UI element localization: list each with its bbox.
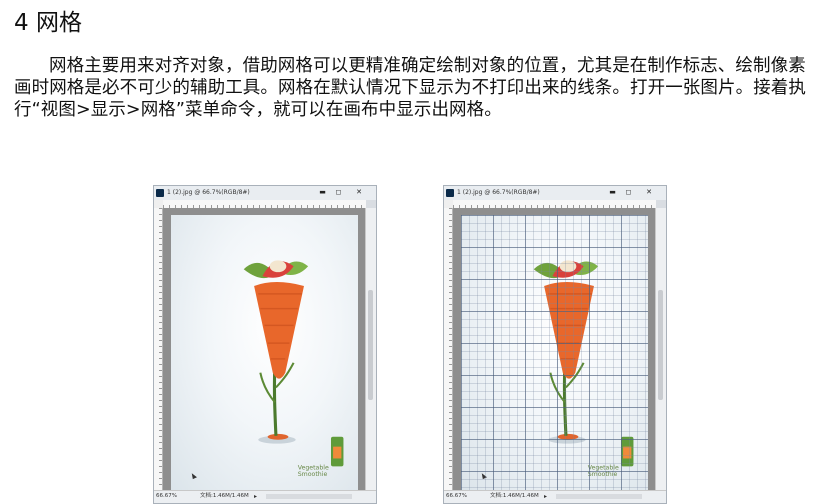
scroll-thumb[interactable] <box>368 290 373 400</box>
svg-text:Vegetable: Vegetable <box>298 464 329 471</box>
document-size: 文档:1.46M/1.46M <box>490 493 539 499</box>
carrot-photo: Vegetable Smoothie <box>461 215 648 491</box>
zoom-level[interactable]: 66.67% <box>156 491 177 502</box>
carrot-photo: Vegetable Smoothie <box>171 215 358 491</box>
svg-text:Smoothie: Smoothie <box>298 471 328 478</box>
arrow-right-icon[interactable]: ▸ <box>544 491 547 502</box>
status-bar: 66.67% 文档:1.46M/1.46M ▸ <box>154 490 376 503</box>
canvas-area[interactable]: Vegetable Smoothie <box>453 208 656 491</box>
maximize-button[interactable]: ◻ <box>331 187 346 198</box>
vertical-scrollbar[interactable] <box>655 208 666 491</box>
minimize-button[interactable]: ▬ <box>605 187 620 198</box>
close-button[interactable]: ✕ <box>638 187 660 198</box>
maximize-button[interactable]: ◻ <box>621 187 636 198</box>
arrow-right-icon[interactable]: ▸ <box>254 491 257 502</box>
vertical-ruler[interactable] <box>444 208 453 491</box>
photoshop-icon <box>446 189 454 197</box>
vertical-scrollbar[interactable] <box>365 208 376 491</box>
window-titlebar[interactable]: 1 (2).jpg @ 66.7%(RGB/8#) ▬ ◻ ✕ <box>444 186 666 200</box>
section-heading: 4 网格 <box>14 10 82 36</box>
scroll-thumb[interactable] <box>658 290 663 400</box>
document-size: 文档:1.46M/1.46M <box>200 493 249 499</box>
body-paragraph: 网格主要用来对齐对象，借助网格可以更精准确定绘制对象的位置，尤其是在制作标志、绘… <box>14 56 806 120</box>
window-titlebar[interactable]: 1 (2).jpg @ 66.7%(RGB/8#) ▬ ◻ ✕ <box>154 186 376 200</box>
horizontal-scrollbar[interactable] <box>266 494 352 499</box>
photoshop-icon <box>156 189 164 197</box>
horizontal-scrollbar[interactable] <box>556 494 642 499</box>
zoom-level[interactable]: 66.67% <box>446 491 467 502</box>
close-button[interactable]: ✕ <box>348 187 370 198</box>
status-bar: 66.67% 文档:1.46M/1.46M ▸ <box>444 490 666 503</box>
canvas-area[interactable]: Vegetable Smoothie <box>163 208 366 491</box>
minimize-button[interactable]: ▬ <box>315 187 330 198</box>
grid-overlay <box>461 215 648 491</box>
window-title: 1 (2).jpg @ 66.7%(RGB/8#) <box>457 189 540 196</box>
window-title: 1 (2).jpg @ 66.7%(RGB/8#) <box>167 189 250 196</box>
ruler-corner <box>444 200 453 208</box>
photoshop-window-no-grid[interactable]: 1 (2).jpg @ 66.7%(RGB/8#) ▬ ◻ ✕ Vegetabl… <box>153 185 377 504</box>
carrot-illustration: Vegetable Smoothie <box>191 260 344 480</box>
photoshop-window-grid[interactable]: 1 (2).jpg @ 66.7%(RGB/8#) ▬ ◻ ✕ Vege <box>443 185 667 504</box>
ruler-corner <box>154 200 163 208</box>
vertical-ruler[interactable] <box>154 208 163 491</box>
